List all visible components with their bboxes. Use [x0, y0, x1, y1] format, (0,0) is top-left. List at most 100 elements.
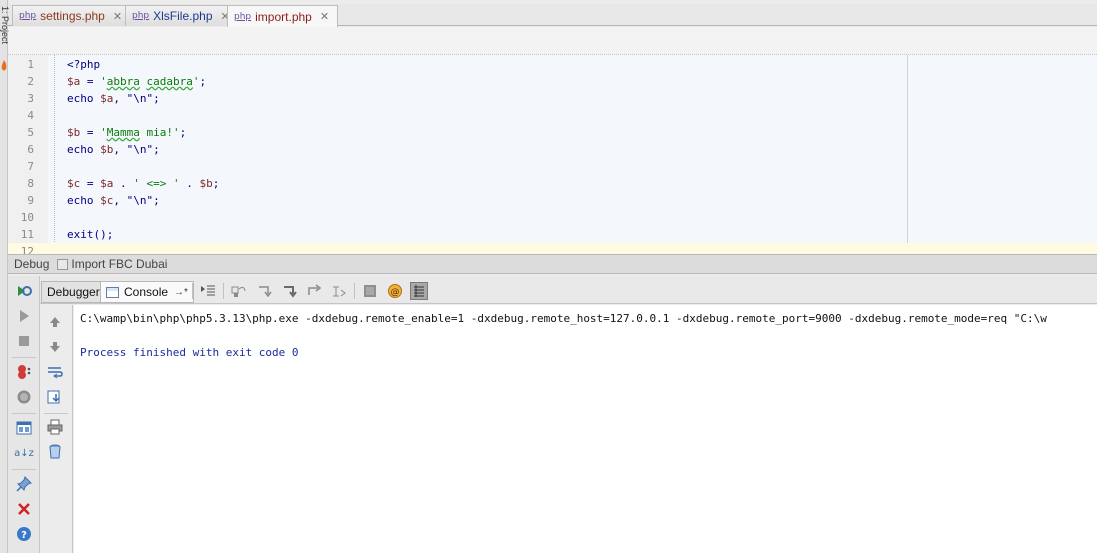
watch-icon[interactable]: @ — [386, 282, 404, 300]
close-icon[interactable]: ✕ — [320, 10, 329, 23]
help-icon[interactable]: ? — [15, 525, 33, 543]
debug-title-label: Debug — [14, 257, 50, 271]
soft-wrap-icon[interactable] — [46, 363, 64, 381]
code-text: $c = $a . ' <=> ' . $b; — [67, 177, 220, 190]
tab-label: import.php — [255, 9, 312, 24]
php-file-icon: php — [234, 11, 252, 22]
step-into-icon[interactable] — [255, 282, 273, 300]
console-arrow-icon: →* — [174, 286, 188, 298]
php-open-tag: <?php — [67, 58, 101, 71]
sort-icon[interactable]: a↓z — [14, 444, 34, 462]
restore-layout-icon[interactable] — [15, 419, 33, 437]
pin-icon[interactable] — [15, 475, 33, 493]
php-file-icon: php — [19, 11, 37, 21]
down-arrow-icon[interactable] — [46, 338, 64, 356]
code-text: echo $c, "\n"; — [67, 194, 160, 207]
step-out-icon[interactable] — [305, 282, 323, 300]
stop-icon[interactable] — [15, 332, 33, 350]
line-number: 5 — [27, 126, 34, 139]
line-number: 12 — [20, 245, 34, 254]
tab-label: settings.php — [40, 9, 105, 23]
tab-settings-php[interactable]: php settings.php ✕ — [12, 5, 132, 26]
close-icon[interactable] — [15, 500, 33, 518]
run-config-name: Import FBC Dubai — [71, 257, 168, 271]
console-exit-line: Process finished with exit code 0 — [80, 346, 299, 359]
show-execution-point-icon[interactable] — [199, 282, 217, 300]
tab-label: Console — [124, 285, 169, 299]
line-number: 10 — [20, 211, 34, 224]
project-tool-strip[interactable]: 1: Project — [0, 0, 10, 553]
run-config-icon — [57, 258, 69, 270]
toolbar-separator — [354, 283, 355, 299]
up-arrow-icon[interactable] — [46, 313, 64, 331]
svg-text:?: ? — [21, 530, 27, 541]
mute-breakpoints-icon[interactable] — [15, 388, 33, 406]
force-step-into-icon[interactable] — [280, 282, 298, 300]
line-number: 8 — [27, 177, 34, 190]
project-tool-label[interactable]: 1: Project — [0, 6, 10, 46]
code-line-3[interactable]: 3 echo $a, "\n"; — [8, 90, 1097, 107]
line-number: 6 — [27, 143, 34, 156]
line-number: 4 — [27, 109, 34, 122]
toolbar-separator — [12, 357, 36, 358]
console-output[interactable]: C:\wamp\bin\php\php5.3.13\php.exe -dxdeb… — [74, 305, 1097, 553]
code-line-2[interactable]: 2 $a = 'abbra cadabra'; — [8, 73, 1097, 90]
evaluate-expression-icon[interactable] — [361, 282, 379, 300]
line-number: 2 — [27, 75, 34, 88]
code-text: $a = 'abbra cadabra'; — [67, 75, 207, 88]
resume-icon[interactable] — [15, 307, 33, 325]
toolbar-separator — [44, 413, 68, 414]
editor-tab-bar: php settings.php ✕ php XlsFile.php ✕ php… — [8, 4, 1097, 27]
toolbar-separator — [223, 283, 224, 299]
console-command-line: C:\wamp\bin\php\php5.3.13\php.exe -dxdeb… — [80, 312, 1047, 325]
tab-import-php[interactable]: php import.php ✕ — [227, 5, 339, 27]
code-line-8[interactable]: 8 $c = $a . ' <=> ' . $b; — [8, 175, 1097, 192]
console-icon — [106, 286, 119, 298]
code-text: echo $a, "\n"; — [67, 92, 160, 105]
tab-xlsfile-php[interactable]: php XlsFile.php ✕ — [125, 5, 239, 26]
code-line-6[interactable]: 6 echo $b, "\n"; — [8, 141, 1097, 158]
debug-left-toolbar: a↓z ? — [8, 276, 40, 553]
rerun-icon[interactable] — [15, 282, 33, 300]
code-text: <?php — [67, 56, 100, 73]
settings-toggle-icon[interactable] — [410, 282, 428, 300]
line-number: 7 — [27, 160, 34, 173]
tab-debugger[interactable]: Debugger — [41, 281, 106, 303]
project-flame-icon — [1, 60, 7, 71]
code-editor[interactable]: 1 <?php 2 $a = 'abbra cadabra'; 3 echo $… — [8, 55, 1097, 254]
run-to-cursor-icon[interactable] — [330, 282, 348, 300]
php-file-icon: php — [132, 11, 150, 21]
code-line-11[interactable]: 11 exit(); — [8, 226, 1097, 243]
line-number: 1 — [27, 58, 34, 71]
tab-console[interactable]: Console →* — [100, 281, 194, 303]
debug-tool-window-title: Debug Import FBC Dubai — [8, 254, 1097, 274]
toolbar-separator — [12, 413, 36, 414]
code-text: echo $b, "\n"; — [67, 143, 160, 156]
clear-all-icon[interactable] — [46, 443, 64, 461]
line-number: 9 — [27, 194, 34, 207]
line-number: 11 — [20, 228, 34, 241]
print-icon[interactable] — [46, 418, 64, 436]
code-line-1[interactable]: 1 <?php — [8, 56, 1097, 73]
view-breakpoints-icon[interactable] — [15, 363, 33, 381]
tab-label: XlsFile.php — [153, 9, 213, 23]
code-text: $b = 'Mamma mia!'; — [67, 126, 187, 139]
code-line-5[interactable]: 5 $b = 'Mamma mia!'; — [8, 124, 1097, 141]
step-over-icon[interactable] — [230, 282, 248, 300]
console-side-toolbar — [40, 305, 73, 553]
code-line-4[interactable]: 4 — [8, 107, 1097, 124]
tab-label: Debugger — [47, 285, 100, 299]
code-line-9[interactable]: 9 echo $c, "\n"; — [8, 192, 1097, 209]
toolbar-separator — [192, 283, 193, 299]
toolbar-separator — [12, 469, 36, 470]
line-number: 3 — [27, 92, 34, 105]
code-line-10[interactable]: 10 — [8, 209, 1097, 226]
code-text: exit(); — [67, 228, 114, 241]
editor-header-area — [8, 27, 1097, 55]
code-line-7[interactable]: 7 — [8, 158, 1097, 175]
svg-text:@: @ — [391, 288, 400, 298]
debug-tab-bar: Debugger Console →* @ — [40, 276, 1097, 304]
close-icon[interactable]: ✕ — [113, 10, 122, 23]
code-line-12[interactable]: 12 — [8, 243, 1097, 254]
scroll-to-end-icon[interactable] — [46, 388, 64, 406]
